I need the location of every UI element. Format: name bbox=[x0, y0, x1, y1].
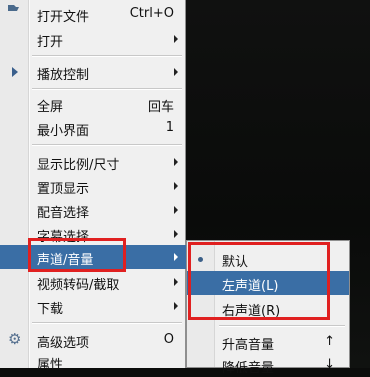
submenu-item-label: 降低音量 bbox=[222, 361, 275, 376]
menu-item-label: 声道/音量 bbox=[37, 253, 94, 268]
menu-item-label: 高级选项 bbox=[37, 336, 90, 351]
menu-item-always-on-top[interactable]: 置顶显示 bbox=[0, 174, 186, 198]
submenu-separator bbox=[219, 325, 345, 327]
play-icon bbox=[12, 67, 18, 77]
submenu-arrow-icon bbox=[174, 230, 178, 238]
menu-item-label: 下载 bbox=[37, 302, 64, 317]
channel-volume-submenu: 默认 左声道(L) 右声道(R) 升高音量 ↑ 降低音量 ↓ bbox=[186, 240, 350, 376]
menu-item-advanced-options[interactable]: ⚙ 高级选项 O bbox=[0, 328, 186, 352]
menu-item-label: 最小界面 bbox=[37, 124, 90, 139]
menu-item-transcode[interactable]: 视频转码/截取 bbox=[0, 270, 186, 294]
menu-item-download[interactable]: 下载 bbox=[0, 294, 186, 318]
menu-separator bbox=[32, 88, 182, 90]
menu-item-label: 配音选择 bbox=[37, 206, 90, 221]
open-file-icon bbox=[8, 5, 19, 11]
submenu-item-shortcut: ↓ bbox=[324, 357, 335, 372]
submenu-item-label: 右声道(R) bbox=[222, 304, 281, 319]
menu-item-open[interactable]: 打开 bbox=[0, 27, 186, 51]
menu-separator bbox=[32, 322, 182, 324]
submenu-item-label: 升高音量 bbox=[222, 338, 275, 353]
submenu-arrow-icon bbox=[174, 182, 178, 190]
submenu-arrow-icon bbox=[174, 253, 178, 261]
submenu-arrow-icon bbox=[174, 302, 178, 310]
menu-item-label: 打开 bbox=[37, 35, 64, 50]
submenu-item-volume-down[interactable]: 降低音量 ↓ bbox=[187, 353, 349, 377]
submenu-item-right-channel[interactable]: 右声道(R) bbox=[187, 296, 349, 320]
radio-bullet-icon bbox=[198, 257, 203, 262]
menu-item-shortcut: Ctrl+O bbox=[129, 6, 174, 21]
submenu-item-label: 左声道(L) bbox=[222, 279, 279, 294]
menu-item-mini-mode[interactable]: 最小界面 1 bbox=[0, 116, 186, 140]
gear-icon: ⚙ bbox=[8, 330, 22, 348]
menu-item-label: 播放控制 bbox=[37, 68, 90, 83]
menu-item-label: 置顶显示 bbox=[37, 182, 90, 197]
submenu-arrow-icon bbox=[174, 35, 178, 43]
menu-separator bbox=[32, 55, 182, 57]
submenu-arrow-icon bbox=[174, 68, 178, 76]
menu-item-label: 打开文件 bbox=[37, 10, 90, 25]
menu-item-shortcut: 1 bbox=[165, 120, 174, 135]
menu-item-shortcut: 回车 bbox=[147, 100, 174, 115]
submenu-item-label: 默认 bbox=[222, 255, 249, 270]
menu-item-label: 视频转码/截取 bbox=[37, 278, 120, 293]
submenu-item-volume-up[interactable]: 升高音量 ↑ bbox=[187, 330, 349, 354]
menu-item-properties[interactable]: 属性 bbox=[0, 350, 186, 374]
submenu-arrow-icon bbox=[174, 206, 178, 214]
menu-item-playback-control[interactable]: 播放控制 bbox=[0, 60, 186, 84]
menu-item-label: 全屏 bbox=[37, 100, 64, 115]
submenu-item-shortcut: ↑ bbox=[324, 334, 335, 349]
menu-item-fullscreen[interactable]: 全屏 回车 bbox=[0, 92, 186, 116]
menu-item-audio-track[interactable]: 配音选择 bbox=[0, 198, 186, 222]
menu-item-subtitle[interactable]: 字幕选择 bbox=[0, 222, 186, 246]
menu-item-open-file[interactable]: 打开文件 Ctrl+O bbox=[0, 2, 186, 26]
submenu-arrow-icon bbox=[174, 158, 178, 166]
menu-separator bbox=[32, 144, 182, 146]
menu-item-label: 属性 bbox=[37, 358, 64, 373]
menu-item-label: 显示比例/尺寸 bbox=[37, 158, 120, 173]
menu-item-aspect-ratio[interactable]: 显示比例/尺寸 bbox=[0, 150, 186, 174]
submenu-item-default[interactable]: 默认 bbox=[187, 247, 349, 271]
submenu-item-left-channel[interactable]: 左声道(L) bbox=[187, 271, 349, 295]
menu-item-shortcut: O bbox=[163, 332, 174, 347]
menu-item-channel-volume[interactable]: 声道/音量 bbox=[0, 245, 186, 269]
submenu-arrow-icon bbox=[174, 278, 178, 286]
menu-item-label: 字幕选择 bbox=[37, 230, 90, 245]
context-menu: 打开文件 Ctrl+O 打开 播放控制 全屏 回车 最小界面 1 显示比例/尺寸… bbox=[0, 0, 186, 373]
